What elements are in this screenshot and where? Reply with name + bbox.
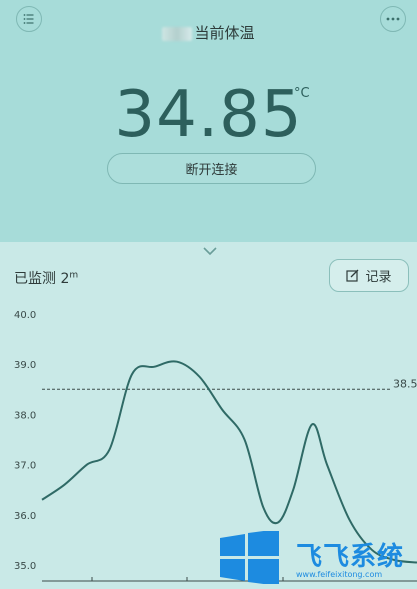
- y-tick-label: 35.0: [14, 561, 36, 572]
- blurred-device-name: [162, 26, 193, 41]
- y-tick-label: 39.0: [14, 360, 36, 371]
- temperature-value: 34.85: [114, 78, 303, 152]
- y-tick-label: 36.0: [14, 511, 36, 522]
- disconnect-label: 断开连接: [185, 163, 238, 178]
- title-text: 当前体温: [194, 24, 255, 42]
- windows-logo-icon: [220, 531, 279, 584]
- ellipsis-icon: [386, 17, 400, 21]
- watermark-brand: 飞飞系统: [296, 542, 405, 572]
- page-title: 当前体温: [0, 22, 417, 43]
- monitor-duration: 已监测 2m: [14, 268, 78, 288]
- watermark-url: www.feifeixitong.com: [296, 570, 383, 579]
- record-label: 记录: [365, 270, 392, 285]
- y-tick-label: 38.0: [14, 410, 36, 421]
- record-button[interactable]: 记录: [329, 259, 409, 292]
- y-tick-label: 40.0: [14, 310, 36, 321]
- edit-icon: [346, 269, 359, 282]
- temperature-unit: °C: [294, 86, 310, 101]
- disconnect-button[interactable]: 断开连接: [107, 153, 316, 184]
- monitor-suffix: m: [69, 270, 79, 281]
- threshold-label: 38.5: [393, 377, 417, 390]
- y-tick-label: 37.0: [14, 461, 36, 472]
- monitor-label: 已监测 2: [14, 271, 70, 287]
- chevron-down-icon[interactable]: [202, 243, 218, 259]
